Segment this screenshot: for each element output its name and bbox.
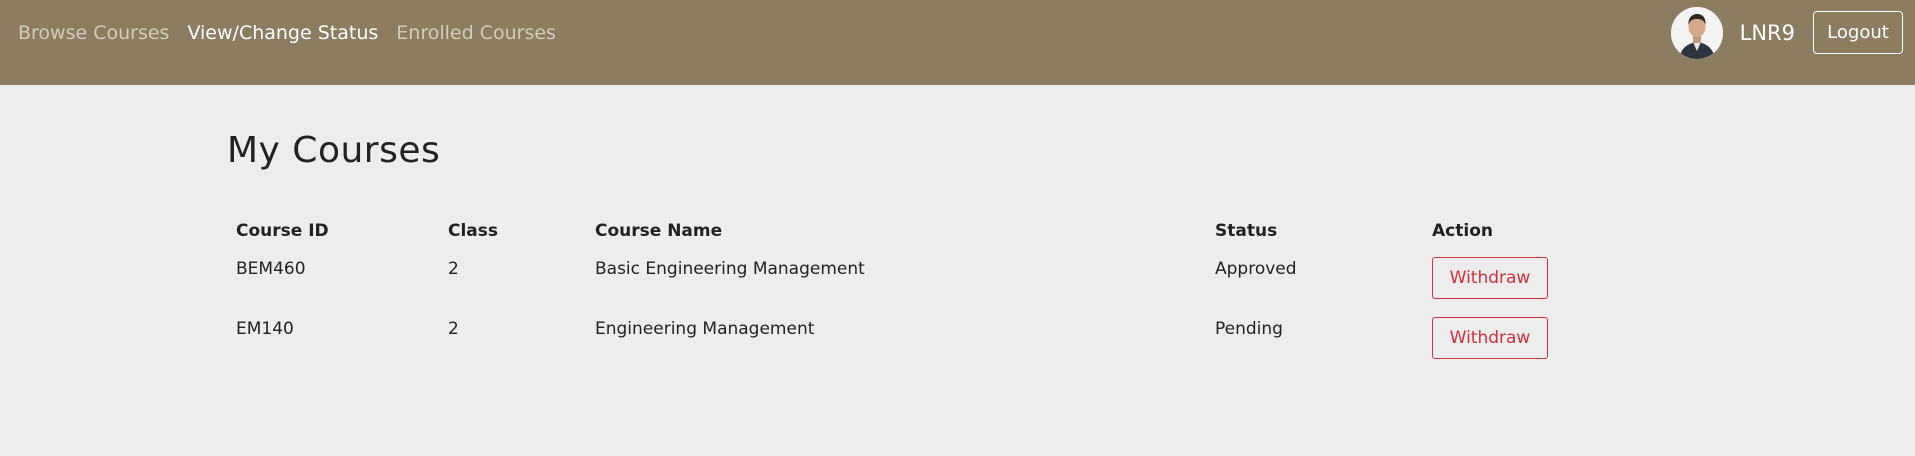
withdraw-button[interactable]: Withdraw bbox=[1432, 257, 1548, 299]
user-area: LNR9 Logout bbox=[1670, 0, 1903, 65]
nav-link-view-change-status[interactable]: View/Change Status bbox=[187, 22, 378, 44]
header-course-name: Course Name bbox=[595, 221, 723, 241]
cell-course-id: EM140 bbox=[236, 319, 294, 339]
header-course-id: Course ID bbox=[236, 221, 329, 241]
cell-action: Withdraw bbox=[1423, 308, 1632, 368]
user-avatar-icon bbox=[1670, 7, 1723, 59]
nav-link-enrolled-courses[interactable]: Enrolled Courses bbox=[396, 22, 556, 44]
withdraw-button[interactable]: Withdraw bbox=[1432, 317, 1548, 359]
cell-course-name: Basic Engineering Management bbox=[595, 259, 865, 279]
cell-class: 2 bbox=[448, 319, 459, 339]
cell-status: Approved bbox=[1215, 259, 1297, 279]
nav-link-browse-courses[interactable]: Browse Courses bbox=[18, 22, 169, 44]
username: LNR9 bbox=[1739, 20, 1795, 45]
top-navbar: Browse Courses View/Change Status Enroll… bbox=[0, 0, 1915, 85]
cell-course-name: Engineering Management bbox=[595, 319, 815, 339]
cell-action: Withdraw bbox=[1423, 248, 1632, 308]
main-content: My Courses bbox=[227, 130, 440, 171]
table-row: BEM460 2 Basic Engineering Management Ap… bbox=[227, 248, 1632, 308]
cell-status: Pending bbox=[1215, 319, 1283, 339]
avatar[interactable] bbox=[1670, 7, 1723, 59]
table-row: EM140 2 Engineering Management Pending W… bbox=[227, 308, 1632, 368]
table-header-row: Course ID Class Course Name Status Actio… bbox=[227, 214, 1632, 248]
logout-button[interactable]: Logout bbox=[1813, 11, 1903, 54]
header-class: Class bbox=[448, 221, 499, 241]
nav-links: Browse Courses View/Change Status Enroll… bbox=[18, 0, 556, 65]
cell-course-id: BEM460 bbox=[236, 259, 306, 279]
courses-table: Course ID Class Course Name Status Actio… bbox=[227, 214, 1632, 368]
page-title: My Courses bbox=[227, 130, 441, 171]
cell-class: 2 bbox=[448, 259, 459, 279]
header-status: Status bbox=[1215, 221, 1278, 241]
header-action: Action bbox=[1432, 221, 1493, 241]
